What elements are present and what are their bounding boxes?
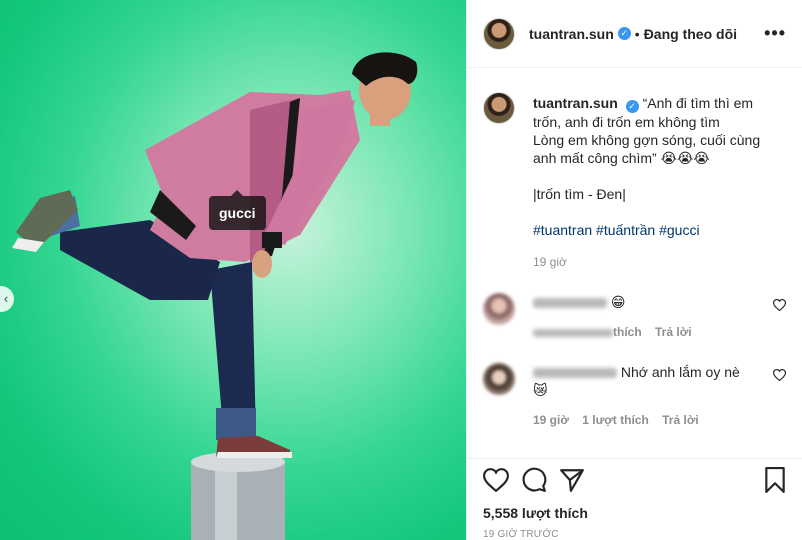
comment-list[interactable]: tuantran.sun ✓ “Anh đi tìm thì em trốn, …	[467, 68, 802, 458]
caption-song: |trốn tìm - Đen|	[533, 186, 626, 202]
caption-line-2: trốn, anh đi trốn em không tìm	[533, 114, 720, 130]
blurred-username	[533, 298, 607, 309]
caption: tuantran.sun ✓ “Anh đi tìm thì em trốn, …	[483, 68, 786, 271]
verified-icon: ✓	[625, 100, 639, 113]
reply-button[interactable]: Trả lời	[662, 413, 699, 427]
caption-hashtags[interactable]: #tuantran #tuấntrần #gucci	[533, 221, 773, 239]
caption-body: tuantran.sun ✓ “Anh đi tìm thì em trốn, …	[533, 94, 773, 271]
caption-text: tuantran.sun ✓ “Anh đi tìm thì em trốn, …	[533, 94, 773, 167]
comment-avatar[interactable]	[483, 363, 515, 395]
share-icon[interactable]	[559, 468, 585, 492]
verified-icon: ✓	[617, 27, 631, 40]
post-photo[interactable]: gucci ‹	[0, 0, 466, 540]
avatar[interactable]	[483, 17, 515, 50]
caption-username[interactable]: tuantran.sun	[533, 95, 618, 111]
like-count[interactable]: 5,558 lượt thích	[483, 505, 786, 521]
blurred-username	[533, 368, 617, 379]
product-tag[interactable]: gucci	[209, 190, 266, 230]
caption-time[interactable]: 19 giờ	[533, 253, 773, 271]
caption-line-4: anh mất công chìm” 😭😭😭	[533, 150, 710, 166]
comment-meta: 19 giờ 1 lượt thích Trả lời	[533, 411, 773, 429]
separator-dot: •	[634, 25, 640, 42]
header-username[interactable]: tuantran.sun	[529, 26, 614, 42]
comment-like-icon[interactable]	[773, 299, 786, 311]
heart-icon[interactable]	[483, 468, 509, 492]
comment-time[interactable]: 19 giờ	[533, 413, 569, 427]
action-icons	[483, 459, 786, 495]
comment-emoji: 😿	[533, 382, 548, 398]
caption-line-1: “Anh đi tìm thì em	[642, 95, 754, 111]
reply-button[interactable]: Trả lời	[655, 325, 692, 339]
comment-icon[interactable]	[521, 467, 547, 493]
photo-illustration	[12, 52, 418, 540]
comment-avatar[interactable]	[483, 293, 515, 325]
comment-like-count[interactable]: thích	[613, 325, 642, 339]
follow-status-button[interactable]: Đang theo dõi	[644, 26, 737, 42]
more-icon[interactable]: •••	[764, 23, 786, 44]
comment-text: 😁	[610, 294, 626, 310]
caption-avatar[interactable]	[483, 92, 515, 124]
comment-text: Nhớ anh lắm oy nè	[620, 364, 740, 380]
bookmark-icon[interactable]	[764, 467, 786, 493]
comment-body: 😁 thích Trả lời	[533, 293, 773, 341]
post-actions: 5,558 lượt thích 19 GIỜ TRƯỚC	[467, 458, 802, 540]
comment-item: 😁 thích Trả lời	[483, 293, 786, 341]
comment-like-count[interactable]: 1 lượt thích	[582, 413, 649, 427]
caption-line-3: Lòng em không gợn sóng, cuối cùng	[533, 132, 761, 148]
post-header: tuantran.sun ✓ • Đang theo dõi •••	[467, 0, 802, 68]
comment-item: Nhớ anh lắm oy nè 😿 19 giờ 1 lượt thích …	[483, 363, 786, 429]
posted-time[interactable]: 19 GIỜ TRƯỚC	[483, 529, 786, 540]
comment-meta: thích Trả lời	[533, 323, 773, 341]
blurred-meta	[533, 328, 613, 337]
comment-like-icon[interactable]	[773, 369, 786, 381]
comment-body: Nhớ anh lắm oy nè 😿 19 giờ 1 lượt thích …	[533, 363, 773, 429]
post-side-panel: tuantran.sun ✓ • Đang theo dõi ••• tuant…	[466, 0, 802, 540]
